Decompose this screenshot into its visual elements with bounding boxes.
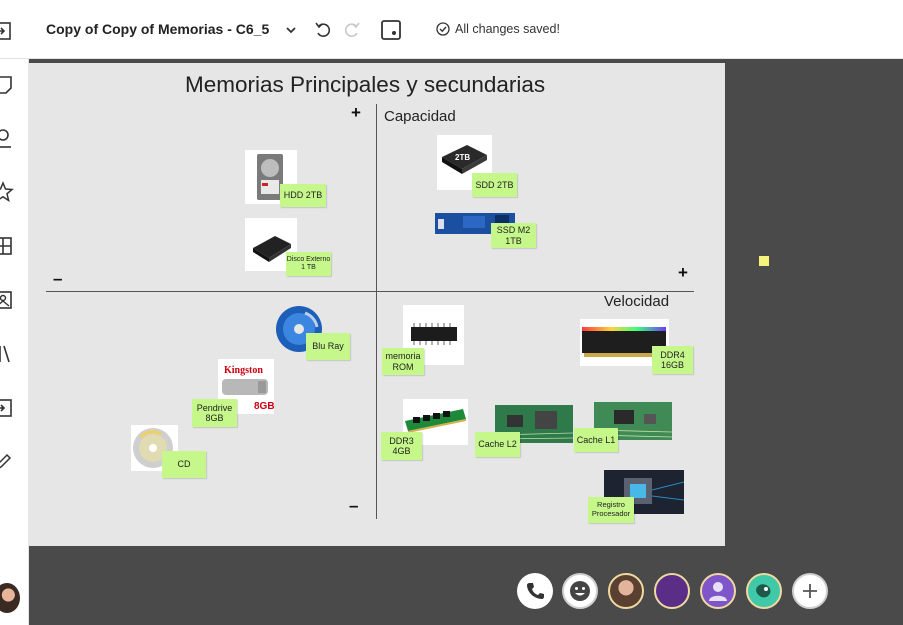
minus-left-sign: – <box>53 269 63 288</box>
library-icon[interactable] <box>0 343 14 365</box>
pen-icon[interactable] <box>0 451 14 473</box>
whiteboard-canvas[interactable]: Memorias Principales y secundarias + Cap… <box>29 63 725 546</box>
user-icon <box>709 582 727 601</box>
reaction-button[interactable] <box>562 573 598 609</box>
top-toolbar: Copy of Copy of Memorias - C6_5 All chan… <box>0 0 903 59</box>
phone-icon <box>527 583 544 599</box>
sticky-ddr3[interactable]: DDR3 4GB <box>381 432 422 460</box>
chevron-down-icon[interactable] <box>284 19 298 41</box>
sticky-bluray[interactable]: Blu Ray <box>306 333 350 360</box>
grid-icon[interactable] <box>0 235 14 257</box>
participant-avatar[interactable] <box>700 573 736 609</box>
phone-button[interactable] <box>517 573 553 609</box>
creature-icon <box>756 584 771 598</box>
add-icon <box>803 584 817 598</box>
sticky-ssd-m2[interactable]: SSD M2 1TB <box>491 223 536 248</box>
board-title: Memorias Principales y secundarias <box>185 72 546 97</box>
search-person-icon[interactable] <box>0 127 14 149</box>
participant-avatar[interactable] <box>746 573 782 609</box>
document-title[interactable]: Copy of Copy of Memorias - C6_5 <box>46 21 269 37</box>
undo-icon[interactable] <box>313 19 333 41</box>
save-status-text: All changes saved! <box>455 22 560 36</box>
sticky-hdd[interactable]: HDD 2TB <box>280 184 326 207</box>
y-axis-line <box>376 104 377 519</box>
redo-icon[interactable] <box>342 19 362 41</box>
image-icon[interactable] <box>0 289 14 311</box>
y-axis-label: Capacidad <box>384 108 456 125</box>
sticky-ddr4[interactable]: DDR4 16GB <box>652 346 693 374</box>
save-status: All changes saved! <box>436 22 560 36</box>
participant-avatar[interactable] <box>608 573 644 609</box>
plus-right-sign: + <box>678 263 688 282</box>
sticky-external-disk[interactable]: Disco Externo 1 TB <box>286 252 331 276</box>
x-axis-label: Velocidad <box>604 293 670 310</box>
frame-icon[interactable] <box>380 19 402 41</box>
smiley-icon <box>570 581 590 601</box>
sticky-pendrive[interactable]: Pendrive 8GB <box>192 399 237 427</box>
sticky-cache-l2[interactable]: Cache L2 <box>475 432 520 457</box>
sticky-cache-l1[interactable]: Cache L1 <box>574 428 618 452</box>
small-sticky-note[interactable] <box>759 256 769 266</box>
x-axis-line <box>46 291 694 292</box>
import-icon[interactable] <box>0 397 14 419</box>
participant-avatar[interactable] <box>654 573 690 609</box>
sign-in-icon[interactable] <box>0 20 14 42</box>
sticky-processor[interactable]: Registro Procesador <box>588 497 634 523</box>
star-icon[interactable] <box>0 181 14 203</box>
check-circle-icon <box>436 22 450 36</box>
plus-top-sign: + <box>351 103 361 122</box>
sticky-ssd-2tb[interactable]: SDD 2TB <box>472 173 517 197</box>
minus-bottom-sign: – <box>349 496 359 515</box>
sticky-rom[interactable]: memoria ROM <box>382 348 424 375</box>
kingston-text: Kingston <box>224 365 263 376</box>
sticky-cd[interactable]: CD <box>162 451 206 478</box>
pendrive-size-text: 8GB <box>254 401 274 412</box>
add-participant-button[interactable] <box>792 573 828 609</box>
ssd-size-text: 2TB <box>455 153 470 162</box>
sticky-note-icon[interactable] <box>0 74 14 96</box>
